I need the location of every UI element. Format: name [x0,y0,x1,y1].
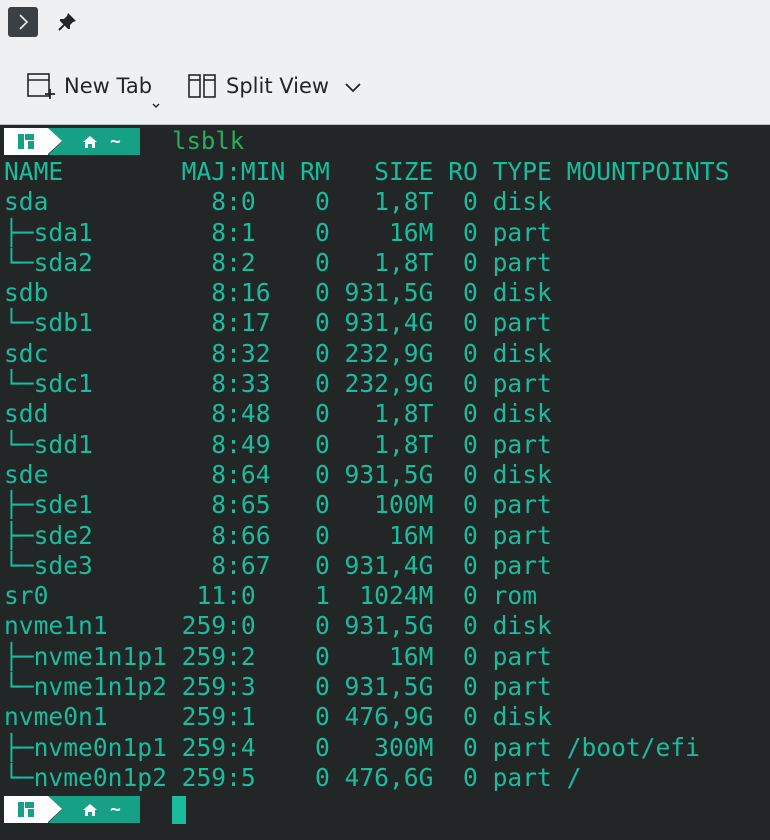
output-line: └─sdc1 8:33 0 232,9G 0 part [4,369,567,399]
prompt-logo-arrow [48,128,62,154]
output-line: └─sdb1 8:17 0 931,4G 0 part [4,308,567,338]
prompt-logo-arrow [48,796,62,822]
prompt-logo-segment [4,796,48,823]
output-line: sr0 11:0 1 1024M 0 rom [4,581,567,611]
output-line: sdb 8:16 0 931,5G 0 disk [4,278,567,308]
output-line: ├─sda1 8:1 0 16M 0 part [4,217,567,247]
output-line: sdd 8:48 0 1,8T 0 disk [4,399,567,429]
output-line: └─sda2 8:2 0 1,8T 0 part [4,247,567,277]
chevron-right-icon [19,14,29,30]
split-view-dropdown-button[interactable] [342,76,364,98]
new-tab-icon [24,70,56,102]
output-line: └─sdd1 8:49 0 1,8T 0 part [4,429,567,459]
prompt-line: ~ lsblk [0,125,770,157]
toolbar: New Tab Split View [0,44,770,125]
terminal-menu-button[interactable] [8,7,38,37]
chevron-down-icon [152,103,160,108]
output-line: nvme1n1 259:0 0 931,5G 0 disk [4,611,567,641]
prompt-dir: ~ [82,128,121,155]
prompt-logo-segment [4,128,48,155]
home-icon [83,803,97,816]
output-line: ├─nvme0n1p1 259:4 0 300M 0 part /boot/ef… [4,732,700,762]
terminal-view[interactable]: ~ lsblk NAME MAJ:MIN RM SIZE RO TYPE MOU… [0,125,770,840]
output-line: sde 8:64 0 931,5G 0 disk [4,459,567,489]
output-header: NAME MAJ:MIN RM SIZE RO TYPE MOUNTPOINTS [4,157,730,186]
chevron-down-icon [345,83,361,93]
manjaro-logo-icon [18,134,34,149]
split-view-icon [186,70,218,102]
pin-button[interactable] [52,7,82,37]
prompt-dir-text: ~ [110,799,121,820]
command-output: NAME MAJ:MIN RM SIZE RO TYPE MOUNTPOINTS… [4,157,730,793]
split-view-button[interactable]: Split View [186,68,329,104]
output-line: └─sde3 8:67 0 931,4G 0 part [4,550,567,580]
split-view-label: Split View [226,74,330,98]
output-line: nvme0n1 259:1 0 476,9G 0 disk [4,702,567,732]
manjaro-logo-icon [18,802,34,817]
title-strip [0,0,770,44]
prompt-dir-text: ~ [110,131,121,152]
new-tab-label: New Tab [64,74,153,98]
text-cursor [172,796,186,824]
new-tab-button[interactable]: New Tab [24,68,160,108]
output-line: └─nvme0n1p2 259:5 0 476,6G 0 part / [4,762,582,792]
output-line: ├─sde1 8:65 0 100M 0 part [4,490,567,520]
prompt-dir: ~ [82,796,121,823]
pin-icon [58,13,76,31]
output-line: ├─nvme1n1p1 259:2 0 16M 0 part [4,641,567,671]
output-line: └─nvme1n1p2 259:3 0 931,5G 0 part [4,672,567,702]
output-line: sda 8:0 0 1,8T 0 disk [4,187,567,217]
prompt-line-current: ~ [0,793,770,825]
prompt-command: lsblk [172,127,245,155]
output-line: sdc 8:32 0 232,9G 0 disk [4,338,567,368]
output-line: ├─sde2 8:66 0 16M 0 part [4,520,567,550]
home-icon [83,135,97,148]
